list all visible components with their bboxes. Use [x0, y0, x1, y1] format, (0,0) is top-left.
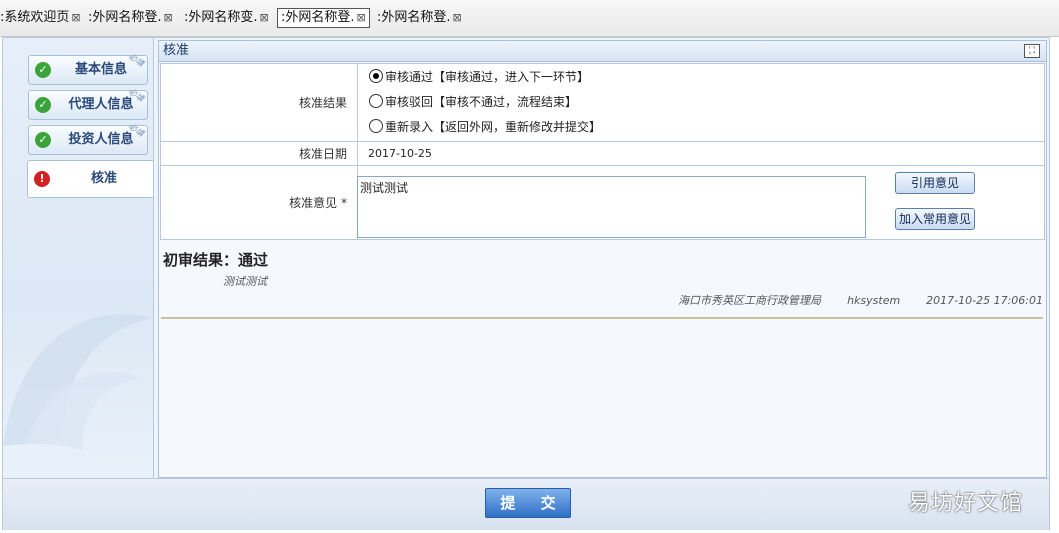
radio-checked-icon[interactable]	[369, 69, 383, 83]
submit-button[interactable]: 提 交	[485, 488, 571, 518]
cite-opinion-button[interactable]: 引用意见	[895, 172, 975, 194]
close-icon[interactable]: ⊠	[260, 11, 269, 24]
tab-name-register-2[interactable]: :外网名称登. ⊠	[377, 9, 462, 27]
tab-label: :外网名称登.	[88, 10, 162, 25]
step-agent-info[interactable]: ✓ 代理人信息 必填	[28, 87, 148, 120]
option-reenter[interactable]: 重新录入【返回外网，重新修改并提交】	[359, 115, 1043, 140]
tab-label: :外网名称变.	[184, 10, 258, 25]
alert-icon: !	[34, 171, 50, 187]
review-time: 2017-10-25 17:06:01	[926, 294, 1043, 307]
watermark: 易坊好文馆	[908, 491, 1024, 516]
close-icon[interactable]: ⊠	[71, 11, 80, 24]
opinion-label: 核准意见 *	[160, 165, 358, 240]
tab-label: :外网名称登.	[281, 10, 355, 25]
first-review-meta: 海口市秀英区工商行政管理局 hksystem 2017-10-25 17:06:01	[652, 292, 1043, 308]
option-text: 审核驳回【审核不通过，流程结束】	[385, 95, 578, 109]
tab-name-register-active[interactable]: :外网名称登. ⊠	[277, 8, 370, 28]
footer-bar: 提 交	[3, 478, 1049, 530]
step-investor-info[interactable]: ✓ 投资人信息 必填	[28, 122, 148, 155]
first-review-title: 初审结果：通过	[163, 251, 269, 269]
date-value: 2017-10-25	[357, 141, 1045, 166]
option-reject[interactable]: 审核驳回【审核不通过，流程结束】	[359, 90, 1043, 115]
opinion-textarea[interactable]: 测试测试	[357, 176, 866, 238]
result-label: 核准结果	[160, 63, 358, 142]
first-review-note: 测试测试	[223, 275, 267, 288]
tab-bar: :系统欢迎页 ⊠ :外网名称登. ⊠ :外网名称变. ⊠ :外网名称登. ⊠ :外网名称…	[0, 0, 1059, 37]
date-label: 核准日期	[160, 141, 358, 166]
option-approve[interactable]: 审核通过【审核通过，进入下一环节】	[359, 65, 1043, 90]
option-text: 重新录入【返回外网，重新修改并提交】	[385, 120, 602, 134]
check-icon: ✓	[35, 62, 51, 78]
check-icon: ✓	[35, 97, 51, 113]
tab-name-register-1[interactable]: :外网名称登. ⊠	[88, 9, 173, 27]
close-icon[interactable]: ⊠	[357, 11, 366, 24]
option-text: 审核通过【审核通过，进入下一环节】	[385, 70, 590, 84]
tab-label: :外网名称登.	[377, 10, 451, 25]
tab-label: :系统欢迎页	[0, 10, 70, 25]
radio-icon[interactable]	[369, 94, 383, 108]
step-approval[interactable]: ! 核准	[27, 160, 153, 198]
approval-panel: 核准 ⛶ 核准结果 审核通过【审核通过，进入下一环节】 审核驳回【审核不通过，流…	[158, 40, 1047, 478]
tab-name-change[interactable]: :外网名称变. ⊠	[184, 9, 269, 27]
add-common-opinion-button[interactable]: 加入常用意见	[895, 208, 975, 230]
decorative-swirl-icon	[3, 314, 153, 468]
step-label: 核准	[90, 171, 117, 186]
review-office: 海口市秀英区工商行政管理局	[678, 294, 822, 307]
close-icon[interactable]: ⊠	[453, 11, 462, 24]
maximize-icon[interactable]: ⛶	[1024, 44, 1040, 58]
step-sidebar: ✓ 基本信息 必填 ✓ 代理人信息 必填 ✓ 投资人信息 必填 ! 核准	[3, 38, 154, 478]
tab-welcome[interactable]: :系统欢迎页 ⊠	[0, 9, 81, 27]
panel-title: 核准	[159, 41, 1046, 62]
divider	[161, 317, 1043, 319]
step-basic-info[interactable]: ✓ 基本信息 必填	[28, 52, 148, 85]
radio-icon[interactable]	[369, 119, 383, 133]
check-icon: ✓	[35, 132, 51, 148]
review-user: hksystem	[847, 294, 901, 307]
main-frame: ✓ 基本信息 必填 ✓ 代理人信息 必填 ✓ 投资人信息 必填 ! 核准 核准 …	[2, 37, 1050, 530]
close-icon[interactable]: ⊠	[164, 11, 173, 24]
